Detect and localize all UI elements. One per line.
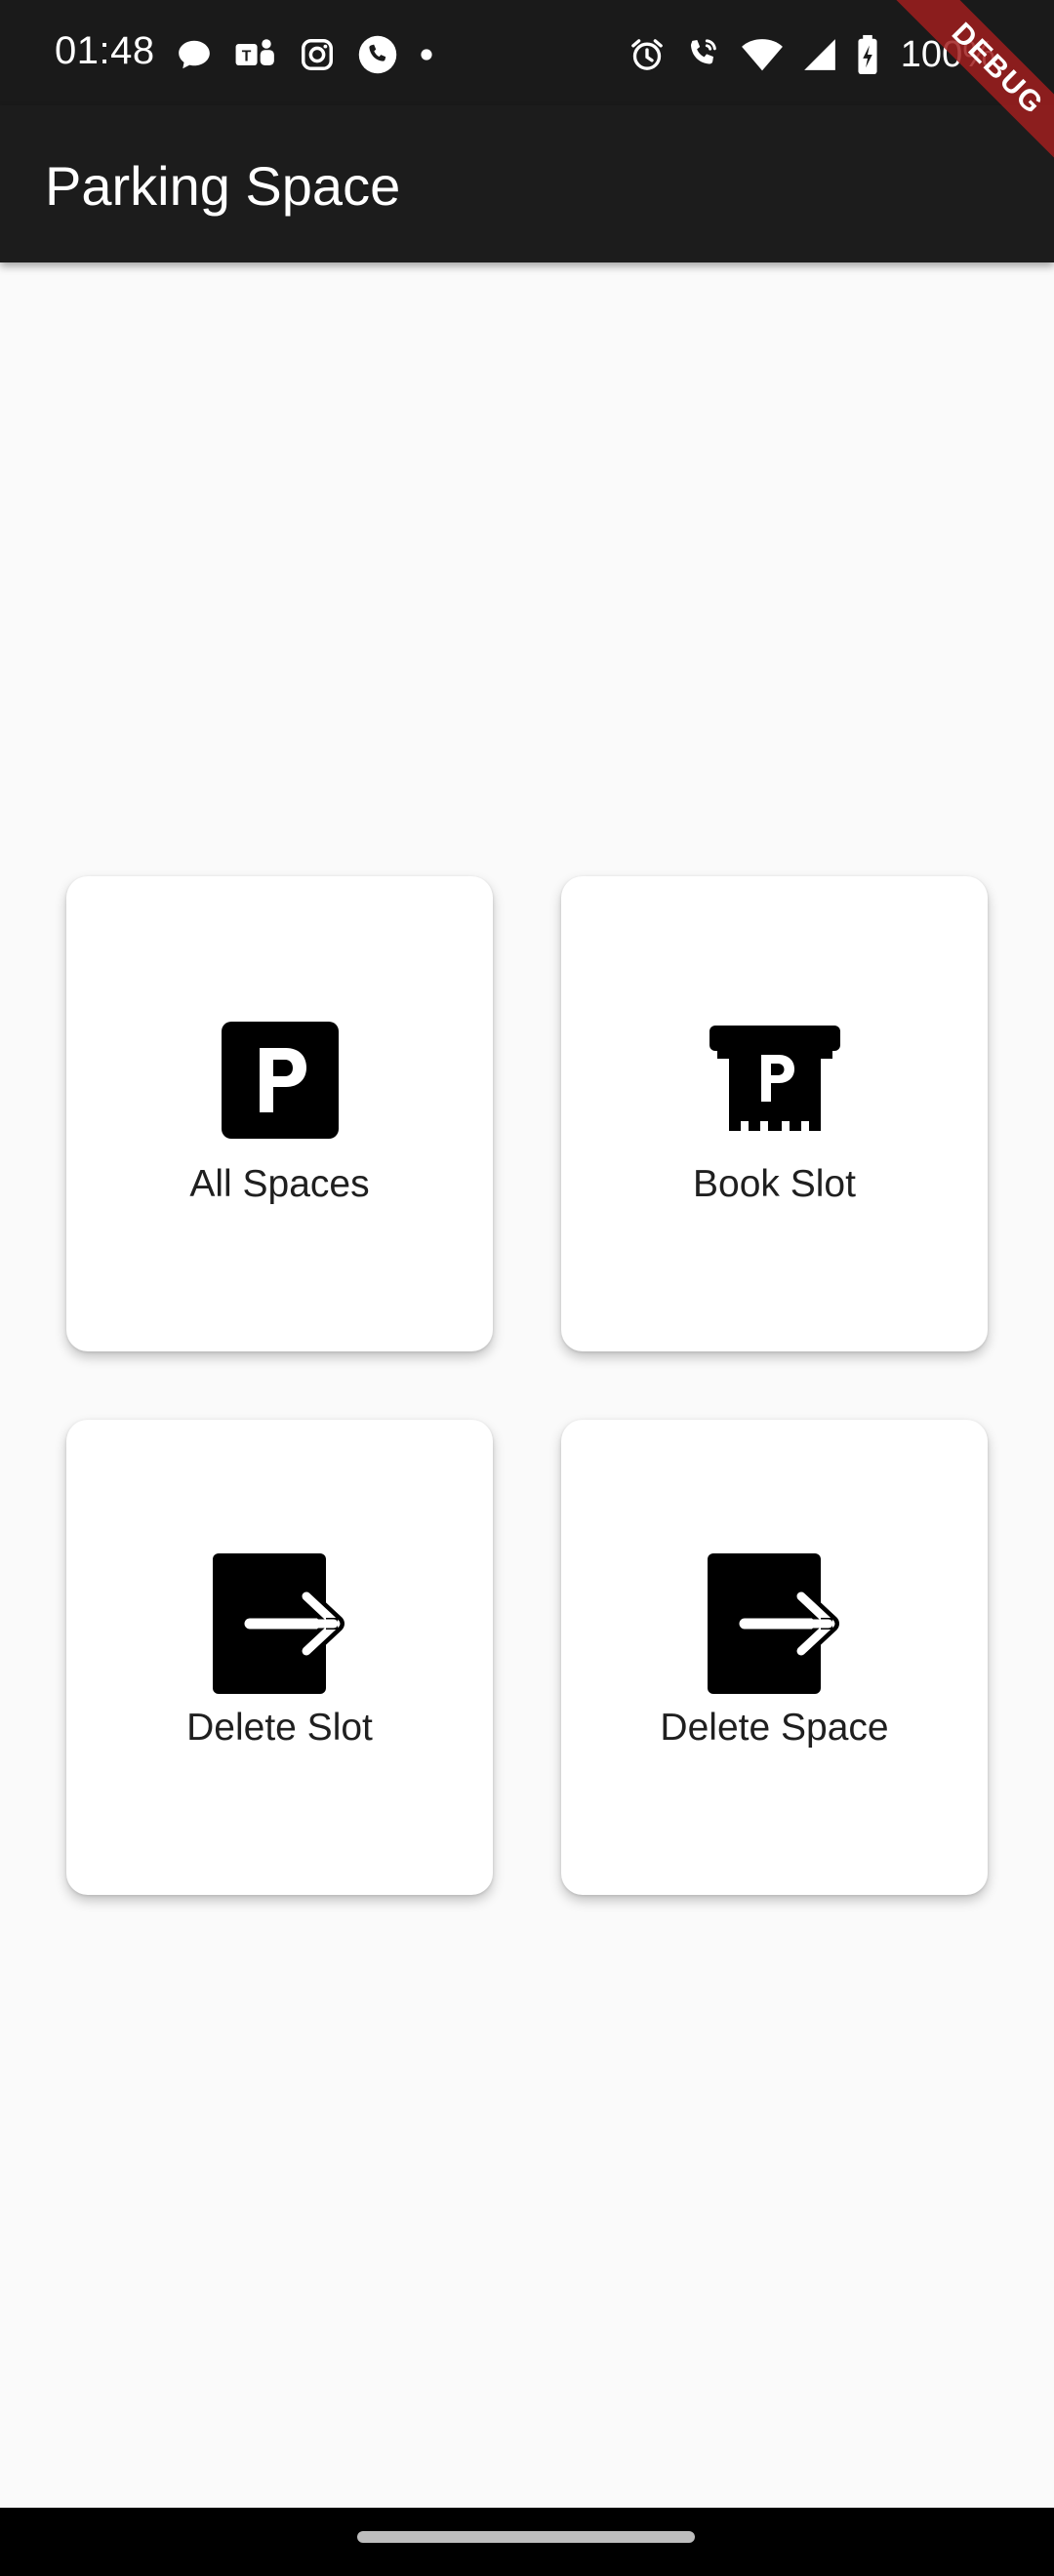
- book-slot-label: Book Slot: [693, 1163, 856, 1205]
- parking-ticket-icon: [702, 1007, 848, 1153]
- wifi-calling-icon: [690, 39, 716, 64]
- exit-arrow-icon: [207, 1550, 353, 1697]
- all-spaces-label: All Spaces: [189, 1163, 370, 1205]
- app-bar: Parking Space: [0, 105, 1054, 262]
- dot-icon: [421, 49, 432, 60]
- svg-text:T: T: [242, 48, 252, 64]
- instagram-icon: [302, 39, 333, 70]
- status-notification-icons: T: [176, 33, 433, 76]
- status-time: 01:48: [55, 29, 155, 72]
- menu-grid: All Spaces Book Slot Delete Slot Delete …: [66, 876, 988, 1895]
- status-system-icons: 100%: [628, 33, 995, 76]
- teams-icon: T: [235, 39, 274, 65]
- delete-space-label: Delete Space: [660, 1707, 889, 1749]
- parking-icon: [207, 1007, 353, 1153]
- battery-charging-icon: [858, 34, 877, 75]
- alarm-icon: [630, 39, 663, 70]
- system-nav-bar: [0, 2508, 1054, 2576]
- delete-space-card[interactable]: Delete Space: [561, 1420, 988, 1895]
- all-spaces-card[interactable]: All Spaces: [66, 876, 493, 1351]
- home-indicator[interactable]: [357, 2531, 695, 2543]
- signal-icon: [803, 39, 835, 70]
- battery-percent: 100%: [900, 33, 995, 75]
- exit-arrow-icon: [702, 1550, 848, 1697]
- chat-bubble-icon: [179, 40, 210, 69]
- status-bar: 01:48 T 100%: [0, 0, 1054, 105]
- wifi-icon: [741, 39, 783, 71]
- delete-slot-label: Delete Slot: [186, 1707, 373, 1749]
- book-slot-card[interactable]: Book Slot: [561, 876, 988, 1351]
- phone-icon: [358, 35, 397, 74]
- page-title: Parking Space: [45, 155, 401, 217]
- delete-slot-card[interactable]: Delete Slot: [66, 1420, 493, 1895]
